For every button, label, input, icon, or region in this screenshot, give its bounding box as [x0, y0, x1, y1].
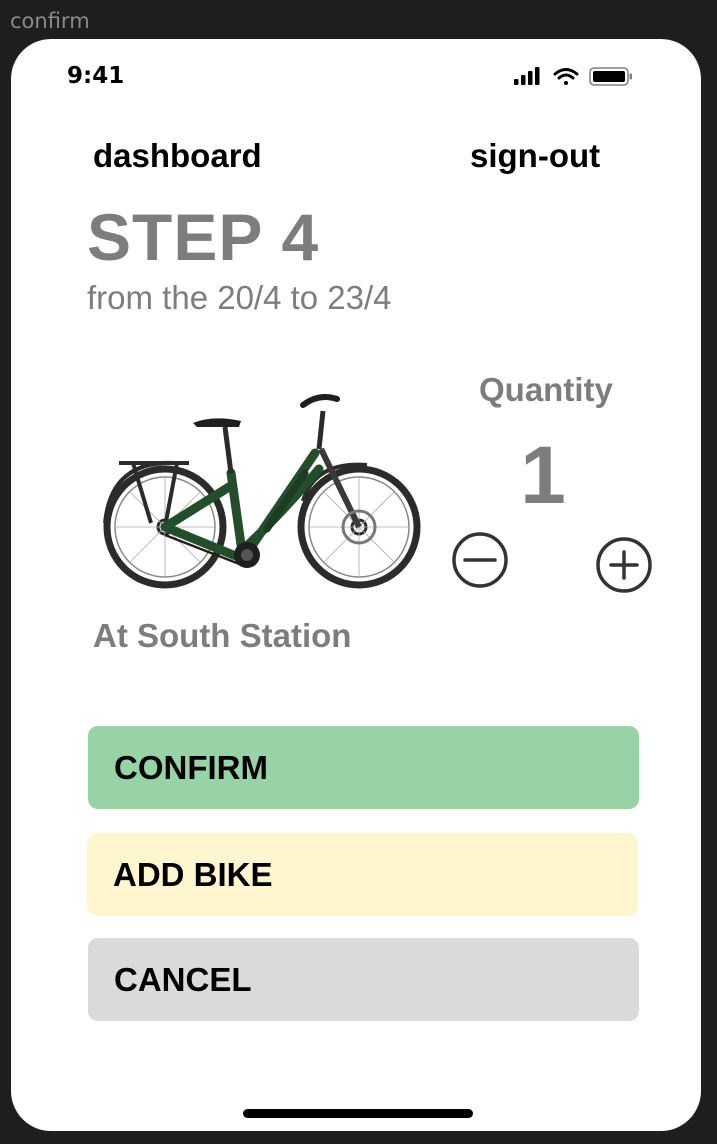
bike-image: [103, 394, 421, 589]
phone-screen: 9:41 dashboard sign-out STEP 4 from the …: [11, 39, 701, 1131]
date-range: from the 20/4 to 23/4: [87, 279, 392, 316]
status-icons: [514, 67, 632, 86]
confirm-button[interactable]: CONFIRM: [88, 726, 639, 809]
add-bike-button[interactable]: ADD BIKE: [87, 833, 638, 916]
plus-circle-icon[interactable]: [595, 536, 653, 594]
frame-label: confirm: [10, 9, 90, 33]
page-title: STEP 4: [87, 200, 320, 274]
quantity-value: 1: [520, 430, 566, 521]
home-indicator: [243, 1109, 473, 1118]
signal-icon: [514, 67, 540, 85]
sign-out-link[interactable]: sign-out: [470, 137, 600, 175]
wifi-icon: [553, 68, 579, 85]
minus-circle-icon[interactable]: [451, 531, 509, 589]
status-time: 9:41: [67, 63, 125, 89]
pickup-location: At South Station: [93, 617, 352, 654]
dashboard-link[interactable]: dashboard: [93, 137, 262, 175]
quantity-label: Quantity: [479, 371, 613, 408]
cancel-button[interactable]: CANCEL: [88, 938, 639, 1021]
battery-icon: [589, 67, 632, 86]
